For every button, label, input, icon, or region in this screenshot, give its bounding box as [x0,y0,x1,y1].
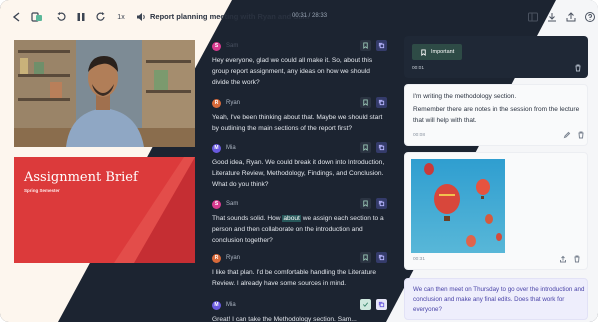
note-card-important[interactable]: Important 00:01 [404,36,588,78]
download-icon[interactable] [545,10,559,24]
transcript-message: M Mia Good idea, Ryan. We could break it… [212,142,388,190]
bookmark-button[interactable] [360,97,371,108]
message-text: Hey everyone, glad we could all make it.… [212,57,373,86]
note-card[interactable]: I'm writing the methodology section. Rem… [404,84,588,146]
delete-icon[interactable] [577,131,585,141]
bookmark-button[interactable] [360,198,371,209]
transcript-message: R Ryan I like that plan. I'd be comforta… [212,252,388,289]
note-card-image[interactable]: 00:31 [404,152,588,270]
note-text: I'm writing the methodology section. [413,93,517,100]
avatar: M [212,143,221,153]
transcript-message: M Mia Great! I can take the Methodology … [212,299,388,322]
speaker-name: Mia [226,302,236,308]
playback-controls: 1x [54,10,148,24]
topbar-left [10,10,44,24]
message-text: Great! I can take the Methodology sectio… [212,316,357,322]
note-actions [559,255,581,265]
copy-button[interactable] [376,198,387,209]
video-feed[interactable] [14,40,195,147]
transcript-message: S Sam Hey everyone, glad we could all ma… [212,40,388,88]
message-text: That sounds solid. How about we assign e… [212,213,388,246]
delete-icon[interactable] [573,255,581,265]
presenter-video-image [14,40,195,147]
layout-icon[interactable] [526,10,540,24]
share-icon[interactable] [559,255,567,265]
delete-icon[interactable] [574,64,582,74]
volume-icon[interactable] [134,10,148,24]
message-text-part: That sounds solid. How [212,215,283,222]
slide-subtitle: Spring Semester [24,188,60,193]
message-text: Good idea, Ryan. We could break it down … [212,159,385,188]
avatar: S [212,41,221,51]
speaker-name: Ryan [226,100,241,106]
note-actions [563,131,585,141]
presentation-slide[interactable]: Assignment Brief Spring Semester [14,157,195,263]
bookmark-button[interactable] [360,252,371,263]
note-timestamp: 00:08 [413,133,426,138]
speaker-name: Mia [226,145,236,151]
avatar: R [212,253,221,263]
forward-icon[interactable] [94,10,108,24]
transcript-message: S Sam That sounds solid. How about we as… [212,198,388,246]
playback-time: 00:31 / 28:33 [292,13,328,19]
speaker-name: Sam [226,43,239,49]
app-logo-icon [30,10,44,24]
pause-icon[interactable] [74,10,88,24]
note-card-highlight[interactable]: We can then meet on Thursday to go over … [404,278,588,320]
speaker-name: Sam [226,201,239,207]
copy-button[interactable] [376,252,387,263]
bookmark-icon [421,48,426,56]
rewind-icon[interactable] [54,10,68,24]
note-image[interactable] [411,159,505,253]
share-icon[interactable] [564,10,578,24]
speaker-name: Ryan [226,255,241,261]
meeting-title: Report planning meeting with Ryan and Sa… [150,12,310,21]
bookmark-button[interactable] [360,40,371,51]
transcript-message: R Ryan Yeah, I've been thinking about th… [212,97,388,134]
avatar: M [212,300,221,310]
edit-icon[interactable] [563,131,571,141]
note-text: Remember there are notes in the session … [413,106,580,124]
back-arrow-icon[interactable] [10,10,24,24]
search-highlight: about [282,215,301,222]
message-text: I like that plan. I'd be comfortable han… [212,269,377,287]
copy-button[interactable] [376,97,387,108]
message-text: Yeah, I've been thinking about that. May… [212,114,383,132]
app-window: 1x Report planning meeting with Ryan and… [0,0,598,322]
hot-air-balloons-image [411,159,505,253]
note-timestamp: 00:01 [412,66,425,71]
slide-title: Assignment Brief [24,170,138,185]
copy-button[interactable] [376,299,387,310]
copy-button[interactable] [376,142,387,153]
playback-speed[interactable]: 1x [114,14,128,21]
note-actions [574,64,582,74]
important-label: Important [431,49,455,55]
avatar: R [212,98,221,108]
topbar-right [526,10,597,24]
help-icon[interactable] [583,10,597,24]
bookmark-button[interactable] [360,299,371,310]
copy-button[interactable] [376,40,387,51]
important-tag-button[interactable]: Important [412,44,463,60]
bookmark-button[interactable] [360,142,371,153]
avatar: S [212,199,221,209]
note-timestamp: 00:31 [413,257,426,262]
note-text: We can then meet on Thursday to go over … [413,286,585,313]
